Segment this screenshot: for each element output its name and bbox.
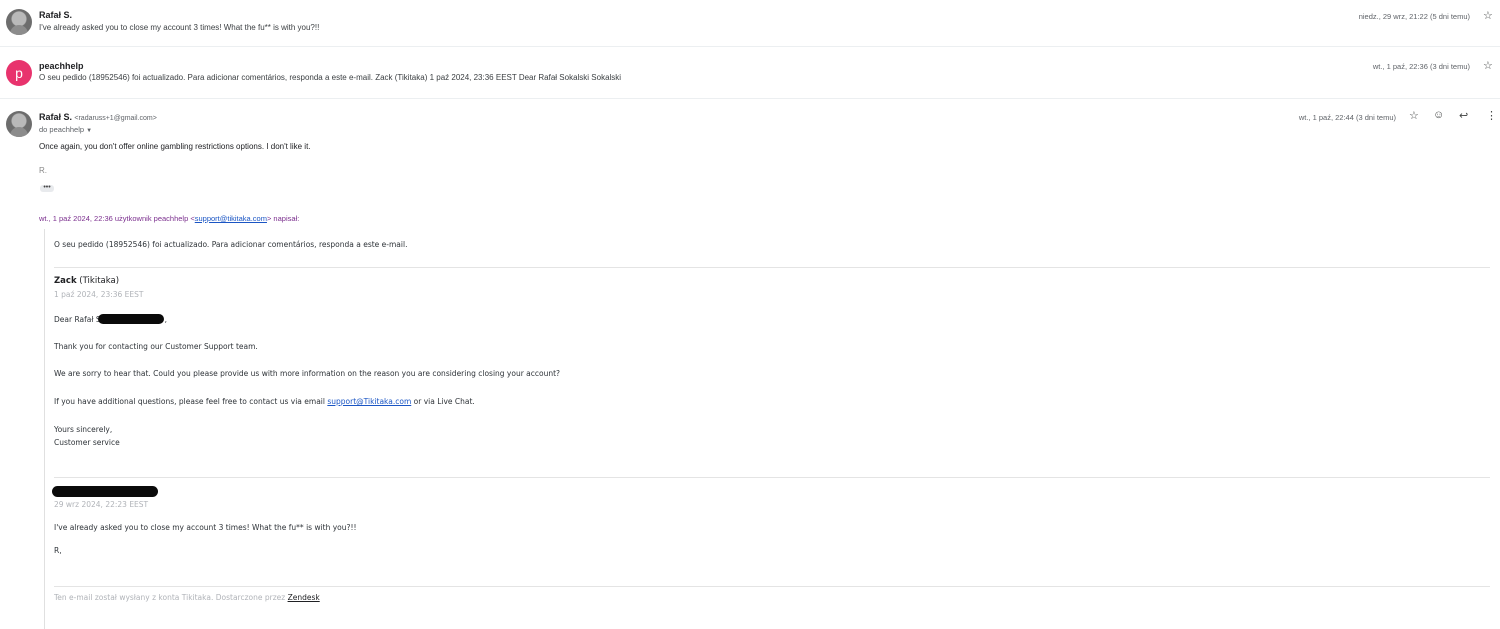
message-snippet[interactable]: O seu pedido (18952546) foi actualizado.… <box>39 73 621 82</box>
quoted-intro: O seu pedido (18952546) foi actualizado.… <box>54 240 408 249</box>
divider <box>54 586 1490 587</box>
divider <box>54 477 1490 478</box>
avatar <box>6 111 32 137</box>
sender-line: Rafał S. <radaruss+1@gmail.com> <box>39 112 157 122</box>
divider <box>54 267 1490 268</box>
closing: Customer service <box>54 438 120 447</box>
previous-date: 29 wrz 2024, 22:23 EEST <box>54 500 149 509</box>
recipient-toggle[interactable]: do peachhelp ▼ <box>39 125 92 134</box>
reply-icon[interactable]: ↩ <box>1459 111 1468 122</box>
avatar <box>6 9 32 35</box>
recipient-label: do peachhelp <box>39 125 85 134</box>
sender-name[interactable]: Rafał S. <box>39 112 72 122</box>
paragraph: If you have additional questions, please… <box>54 397 475 406</box>
sender-name[interactable]: peachhelp <box>39 61 84 71</box>
footer: Ten e-mail został wysłany z konta Tikita… <box>54 593 320 602</box>
redaction <box>52 486 158 497</box>
previous-signature: R, <box>54 546 62 555</box>
greeting-text: Dear Rafał S <box>54 315 101 324</box>
redaction <box>98 314 164 324</box>
chevron-down-icon: ▼ <box>86 128 93 134</box>
sender-name[interactable]: Rafał S. <box>39 10 72 20</box>
author-line: Zack (Tikitaka) <box>54 276 119 286</box>
support-email-link[interactable]: support@Tikitaka.com <box>327 397 411 406</box>
greeting-end: , <box>164 315 167 324</box>
avatar: p <box>6 60 32 86</box>
author-org: (Tikitaka) <box>79 276 120 286</box>
footer-text: Ten e-mail został wysłany z konta Tikita… <box>54 593 288 602</box>
sender-email: <radaruss+1@gmail.com> <box>74 115 157 122</box>
star-icon[interactable]: ☆ <box>1483 11 1493 22</box>
author-name: Zack <box>54 276 77 286</box>
quote-header: wt., 1 paź 2024, 22:36 użytkownik peachh… <box>39 214 299 223</box>
message-date: wt., 1 paź, 22:36 (3 dni temu) <box>1372 62 1470 71</box>
message-date: wt., 1 paź, 22:44 (3 dni temu) <box>1298 113 1396 122</box>
message-date: niedz., 29 wrz, 21:22 (5 dni temu) <box>1358 12 1470 21</box>
signature: R. <box>39 166 47 175</box>
quote-header-prefix: wt., 1 paź 2024, 22:36 użytkownik peachh… <box>39 214 195 223</box>
zendesk-link[interactable]: Zendesk <box>288 593 320 602</box>
message-snippet[interactable]: I've already asked you to close my accou… <box>39 23 319 32</box>
paragraph-text: or via Live Chat. <box>411 397 475 406</box>
author-date: 1 paź 2024, 23:36 EEST <box>54 290 144 299</box>
paragraph-text: If you have additional questions, please… <box>54 397 328 406</box>
paragraph: We are sorry to hear that. Could you ple… <box>54 369 561 378</box>
message-body: Once again, you don't offer online gambl… <box>39 142 311 151</box>
more-vert-icon[interactable]: ⋮ <box>1486 111 1497 122</box>
support-email-link[interactable]: support@tikitaka.com <box>195 214 267 223</box>
star-icon[interactable]: ☆ <box>1409 111 1419 122</box>
divider <box>0 46 1500 47</box>
paragraph: Thank you for contacting our Customer Su… <box>54 342 258 351</box>
quote-header-suffix: > napisał: <box>266 214 300 223</box>
closing: Yours sincerely, <box>54 425 113 434</box>
previous-body: I've already asked you to close my accou… <box>54 523 357 532</box>
divider <box>0 98 1500 99</box>
show-trimmed-button[interactable]: ••• <box>40 184 54 192</box>
star-icon[interactable]: ☆ <box>1483 61 1493 72</box>
quote-bar <box>44 229 45 629</box>
emoji-icon[interactable]: ☺ <box>1433 110 1444 121</box>
